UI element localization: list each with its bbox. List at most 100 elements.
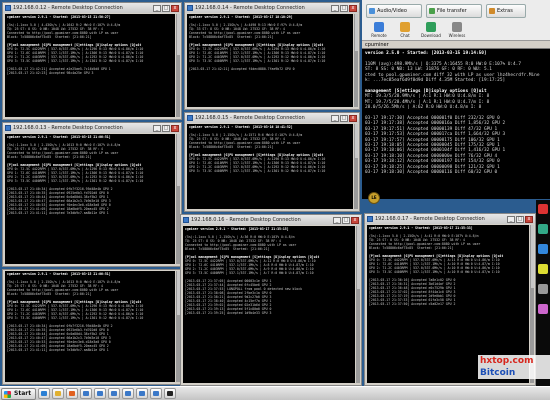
watermark-site: hxtop.com: [478, 355, 550, 367]
remote-app-toolbar: Audio/Video File transfer Extras Remote …: [362, 0, 550, 41]
app-icon[interactable]: [538, 244, 548, 254]
taskbar-rdp-icon[interactable]: [122, 388, 135, 399]
app-icon[interactable]: [538, 284, 548, 294]
terminal-line: [2013-03-17 21:37:50] Accepted c5a02e17 …: [369, 302, 456, 306]
app-icon[interactable]: [538, 224, 548, 234]
windows-flag-icon: [4, 390, 11, 398]
rdp-window-3[interactable]: 192.168.0.15 - Remote Desktop Connection…: [184, 112, 360, 212]
window-title: 192.168.0.15 - Remote Desktop Connection: [195, 115, 305, 121]
terminal-line: 03-17 19:18:30] Accepted 00000116 Diff 6…: [365, 169, 498, 175]
wireless-shortcut[interactable]: Wireless: [446, 22, 468, 40]
taskbar-ie-icon[interactable]: [38, 388, 51, 399]
extras-button[interactable]: Extras: [486, 4, 526, 18]
minimize-button[interactable]: _: [507, 215, 515, 223]
terminal[interactable]: cgminer version 2.9.1 - Started: [2013-0…: [5, 271, 175, 382]
window-title: 192.168.0.16 - Remote Desktop Connection: [191, 217, 301, 223]
taskbar-rdp-icon[interactable]: [150, 388, 163, 399]
taskbar-media-icon[interactable]: [66, 388, 79, 399]
maximize-button[interactable]: □: [162, 4, 170, 12]
close-button[interactable]: x: [349, 114, 357, 122]
minimize-button[interactable]: _: [153, 4, 161, 12]
window-title: 192.168.0.17 - Remote Desktop Connection: [375, 216, 485, 222]
rdp-window-0[interactable]: 192.168.0.12 - Remote Desktop Connection…: [2, 2, 182, 120]
rdp-window-4[interactable]: 192.168.0.16 - Remote Desktop Connection…: [180, 214, 362, 386]
app-icon[interactable]: [538, 264, 548, 274]
minimize-button[interactable]: _: [331, 4, 339, 12]
file-transfer-button[interactable]: File transfer: [426, 4, 482, 18]
app-icon[interactable]: [538, 204, 548, 214]
rdp-icon: [5, 125, 11, 131]
scrollbar[interactable]: [354, 124, 358, 209]
terminal[interactable]: cgminer version 2.9.1 - Started: [2013-0…: [5, 134, 175, 264]
window-titlebar[interactable]: 192.168.0.12 - Remote Desktop Connection…: [3, 3, 181, 13]
terminal-line: [2013-03-17 21:42:23] Accepted 98c4a25e …: [7, 71, 94, 75]
terminal[interactable]: cgminer version 2.9.1 - Started: [2013-0…: [187, 124, 353, 209]
chat-shortcut[interactable]: Chat: [394, 22, 416, 40]
rdp-icon: [187, 115, 193, 121]
remote-shortcut[interactable]: Remote: [368, 22, 390, 40]
terminal[interactable]: cgminer version 2.9.1 - Started: [2013-0…: [5, 14, 175, 117]
taskbar-rdp-icon[interactable]: [136, 388, 149, 399]
extras-label: Extras: [497, 8, 513, 14]
terminal[interactable]: cgminer version 2.9.1 - Started: [2013-0…: [187, 14, 353, 107]
wireless-shortcut-label: Wireless: [448, 33, 466, 38]
rdp-icon: [5, 5, 11, 11]
cpuminer-titlebar[interactable]: cpuminer: [362, 41, 550, 49]
taskbar-console-icon[interactable]: [164, 388, 177, 399]
window-titlebar[interactable]: 192.168.0.17 - Remote Desktop Connection…: [365, 214, 535, 224]
extras-icon: [489, 8, 495, 14]
audio-video-label: Audio/Video: [377, 8, 407, 14]
window-titlebar[interactable]: 192.168.0.14 - Remote Desktop Connection…: [185, 3, 359, 13]
taskbar-folder-icon[interactable]: [52, 388, 65, 399]
rdp-icon: [367, 216, 373, 222]
window-titlebar[interactable]: 192.168.0.15 - Remote Desktop Connection…: [185, 113, 359, 123]
minimize-button[interactable]: _: [333, 216, 341, 224]
scrollbar[interactable]: [176, 14, 180, 117]
minimize-button[interactable]: _: [153, 124, 161, 132]
rdp-icon: [183, 217, 189, 223]
close-button[interactable]: x: [525, 215, 533, 223]
close-button[interactable]: x: [349, 4, 357, 12]
window-title: 192.168.0.13 - Remote Desktop Connection: [13, 125, 123, 131]
taskbar: Start: [0, 386, 550, 400]
window-titlebar[interactable]: 192.168.0.13 - Remote Desktop Connection…: [3, 123, 181, 133]
start-label: Start: [14, 389, 32, 397]
window-titlebar[interactable]: 192.168.0.16 - Remote Desktop Connection…: [181, 215, 361, 225]
remote-shortcut-label: Remote: [371, 33, 387, 38]
rdp-window-1[interactable]: 192.168.0.14 - Remote Desktop Connection…: [184, 2, 360, 110]
taskbar-rdp-icon[interactable]: [108, 388, 121, 399]
terminal-line: [2013-03-17 21:41:11] Accepted 7e3db9c7.…: [7, 211, 109, 215]
rdp-window-2[interactable]: 192.168.0.13 - Remote Desktop Connection…: [2, 122, 182, 267]
start-button[interactable]: Start: [1, 387, 37, 400]
audio-video-button[interactable]: Audio/Video: [366, 4, 422, 18]
window-title: 192.168.0.14 - Remote Desktop Connection: [195, 5, 305, 11]
chat-shortcut-label: Chat: [400, 33, 410, 38]
download-shortcut-label: Download: [421, 33, 441, 38]
file-transfer-label: File transfer: [437, 8, 467, 14]
close-button[interactable]: x: [171, 124, 179, 132]
taskbar-rdp-icon[interactable]: [94, 388, 107, 399]
close-button[interactable]: x: [351, 216, 359, 224]
maximize-button[interactable]: □: [340, 4, 348, 12]
maximize-button[interactable]: □: [516, 215, 524, 223]
scrollbar[interactable]: [354, 14, 358, 107]
close-button[interactable]: x: [171, 4, 179, 12]
folder-icon: [429, 8, 435, 14]
maximize-button[interactable]: □: [342, 216, 350, 224]
taskbar-rdp-icon[interactable]: [80, 388, 93, 399]
minimize-button[interactable]: _: [331, 114, 339, 122]
maximize-button[interactable]: □: [162, 124, 170, 132]
download-shortcut[interactable]: Download: [420, 22, 442, 40]
app-icon[interactable]: [538, 304, 548, 314]
terminal-line: [2013-03-17 21:39:25] Accepted 1d9b4e33 …: [185, 311, 272, 315]
terminal-line: [2013-03-17 21:41:11] Accepted 7e3db9c7.…: [7, 348, 109, 352]
speaker-icon: [369, 8, 375, 14]
window-title: 192.168.0.12 - Remote Desktop Connection: [13, 5, 123, 11]
rdp-window-0b[interactable]: cgminer version 2.9.1 - Started: [2013-0…: [2, 269, 182, 385]
remote-desktop: Audio/Video File transfer Extras Remote …: [0, 0, 550, 400]
cpuminer-console[interactable]: version 2.5.0 - Started: [2013-03-15 19:…: [362, 49, 550, 199]
terminal[interactable]: cgminer version 2.9.1 - Started: [2013-0…: [183, 226, 355, 383]
scrollbar[interactable]: [356, 226, 360, 383]
app-badge-icon[interactable]: LE: [368, 192, 380, 204]
maximize-button[interactable]: □: [340, 114, 348, 122]
